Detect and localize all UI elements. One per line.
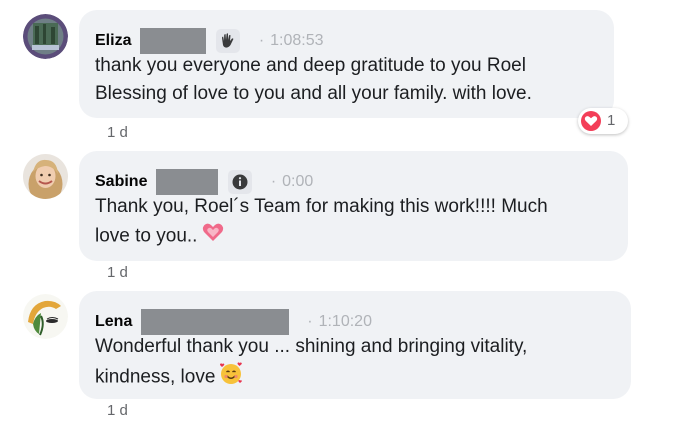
video-timestamp: 0:00 — [282, 173, 314, 190]
separator-dot: · — [270, 173, 277, 190]
comment-age[interactable]: 1 d — [107, 402, 128, 419]
comment-line: Blessing of love to you and all your fam… — [95, 83, 532, 104]
comment-age[interactable]: 1 d — [107, 124, 128, 141]
comment-line: Thank you, Roel´s Team for making this w… — [95, 196, 548, 217]
love-reaction-icon — [581, 111, 601, 131]
comment-line: thank you everyone and deep gratitude to… — [95, 55, 526, 76]
comment-bubble: Lena · 1:10:20 Wonderful thank you ... sh… — [79, 291, 631, 399]
author-name[interactable]: Lena — [95, 313, 132, 331]
smiling-face-with-hearts-emoji — [219, 361, 243, 394]
separator-dot: · — [258, 32, 265, 49]
comment-line: Wonderful thank you ... shining and brin… — [95, 336, 528, 357]
info-icon — [228, 170, 253, 194]
redacted-name — [140, 309, 289, 335]
video-timestamp: 1:10:20 — [318, 313, 372, 330]
comment-text: Wonderful thank you ... shining and brin… — [95, 333, 527, 394]
author-name[interactable]: Eliza — [95, 32, 131, 50]
redacted-name — [155, 169, 218, 195]
video-timestamp: 1:08:53 — [270, 32, 324, 49]
comment-age[interactable]: 1 d — [107, 264, 128, 281]
comment-text: thank you everyone and deep gratitude to… — [95, 52, 532, 108]
comment-bubble: Sabine · 0:00 Thank you, Roel´s Team for … — [79, 151, 628, 261]
sparkling-heart-emoji — [201, 221, 225, 252]
redacted-name — [139, 28, 206, 54]
author-name[interactable]: Sabine — [95, 173, 147, 191]
comment-text: Thank you, Roel´s Team for making this w… — [95, 193, 548, 252]
comment-bubble: Eliza · 1:08:53 thank you everyone and de… — [79, 10, 614, 118]
avatar[interactable] — [23, 294, 68, 339]
wave-hand-icon — [216, 29, 241, 53]
separator-dot: · — [307, 313, 313, 330]
comment-line: love to you.. — [95, 225, 198, 247]
avatar[interactable] — [23, 154, 68, 199]
reaction-badge[interactable]: 1 — [578, 108, 628, 134]
comment-line: kindness, love — [95, 366, 216, 388]
avatar[interactable] — [23, 14, 68, 59]
reaction-count: 1 — [607, 112, 616, 129]
